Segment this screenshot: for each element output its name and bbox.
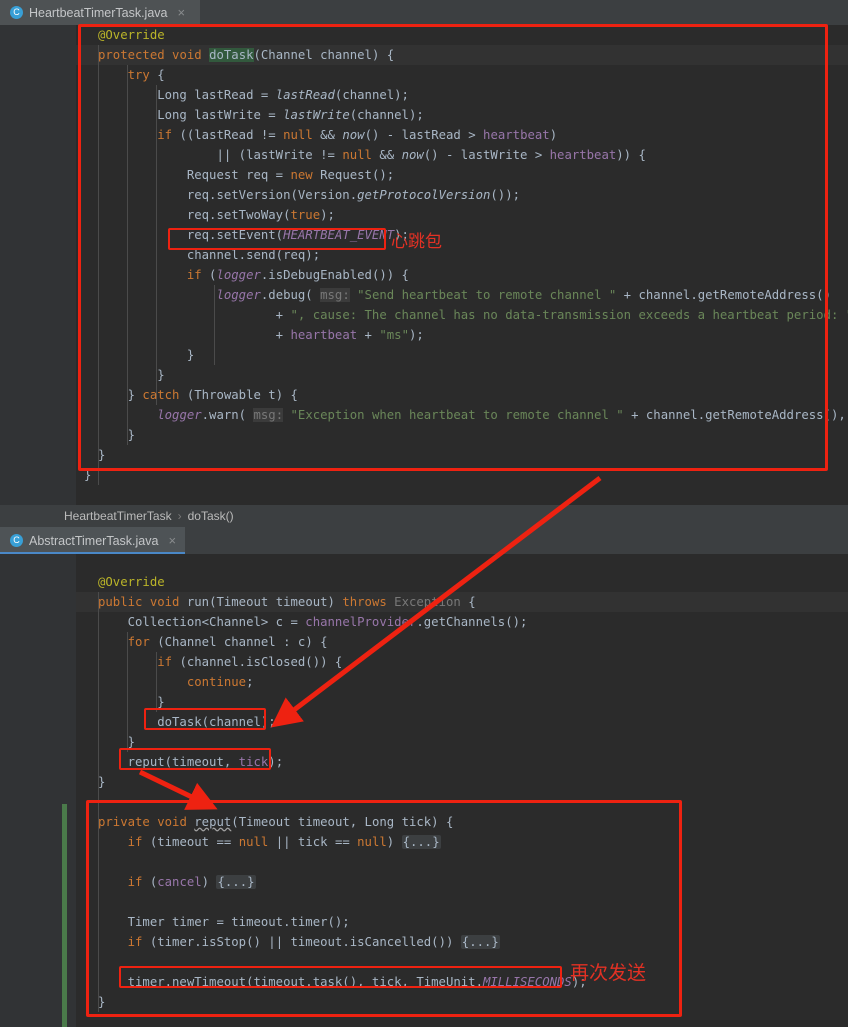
code-line: @Override [98,575,165,589]
java-class-icon: C [10,6,23,19]
code-line: + heartbeat + "ms"); [98,328,424,342]
breadcrumb-class[interactable]: HeartbeatTimerTask [64,509,172,523]
code-line: Timer timer = timeout.timer(); [98,915,350,929]
code-line: } [98,695,165,709]
code-line: if (timer.isStop() || timeout.isCancelle… [127,935,500,949]
code-line: } [98,428,136,442]
code-line: + ", cause: The channel has no data-tran… [98,308,848,322]
editor-pane-heartbeat[interactable]: 42 43 44 45 46 47 48 49 50 51 52 53 54 5… [0,25,848,505]
gutter-top[interactable] [0,25,76,505]
code-line: reput(timeout, tick); [98,755,284,769]
code-line: if (cancel) {...} [127,875,256,889]
code-line: } [98,775,106,789]
code-line: continue; [186,675,254,689]
ide-window: C HeartbeatTimerTask.java × 42 43 44 45 … [0,0,848,1027]
code-line: } [98,735,136,749]
code-line: doTask(channel); [98,715,276,729]
java-class-icon: C [10,534,23,547]
tab-label: AbstractTimerTask.java [29,533,159,548]
editor-tabbar-top: C HeartbeatTimerTask.java × [0,0,848,25]
code-line: Long lastRead = lastRead(channel); [98,88,409,102]
breadcrumb-top[interactable]: HeartbeatTimerTask › doTask() [0,505,848,527]
tab-label: HeartbeatTimerTask.java [29,5,168,20]
code-line: logger.debug( msg: "Send heartbeat to re… [216,288,831,302]
code-line: if (channel.isClosed()) { [157,655,343,669]
tab-heartbeat-timer-task[interactable]: C HeartbeatTimerTask.java × [0,0,200,25]
code-line: } [98,995,106,1009]
code-line: if (timeout == null || tick == null) {..… [127,835,441,849]
code-line: || (lastWrite != null && now() - lastWri… [98,148,646,162]
code-line: req.setEvent(HEARTBEAT_EVENT); [98,228,409,242]
code-line: Long lastWrite = lastWrite(channel); [98,108,424,122]
editor-pane-abstract[interactable]: 63 64 65 66 67 68 69 70 71 72 73 74 75 7… [0,554,848,1027]
code-line: private void reput(Timeout timeout, Long… [98,815,454,829]
code-line: timer.newTimeout(timeout.task(), tick, T… [98,975,587,989]
code-line: Request req = new Request(); [98,168,395,182]
code-area-top[interactable]: @Override protected void doTask(Channel … [76,25,848,505]
vcs-change-marker [62,804,67,1027]
editor-tabbar-bottom: C AbstractTimerTask.java × [0,527,848,554]
code-line: req.setVersion(Version.getProtocolVersio… [98,188,521,202]
code-line: } [98,448,106,462]
code-line: if (logger.isDebugEnabled()) { [186,268,409,282]
code-line: } [98,348,195,362]
code-line: @Override [98,28,165,42]
close-icon[interactable]: × [177,6,185,19]
code-line: } [98,368,165,382]
breadcrumb-method[interactable]: doTask() [188,509,234,523]
code-line: Collection<Channel> c = channelProvider.… [98,615,528,629]
code-line: } [84,468,92,482]
tab-abstract-timer-task[interactable]: C AbstractTimerTask.java × [0,527,185,554]
code-area-bottom[interactable]: @Override public void run(Timeout timeou… [76,554,848,1027]
code-line: for (Channel channel : c) { [127,635,328,649]
gutter-bottom[interactable] [0,554,76,1027]
code-line: protected void doTask(Channel channel) { [98,48,395,62]
code-line: try { [127,68,165,82]
code-line: logger.warn( msg: "Exception when heartb… [157,408,846,422]
code-line: if ((lastRead != null && now() - lastRea… [157,128,558,142]
code-line: req.setTwoWay(true); [98,208,335,222]
code-line: public void run(Timeout timeout) throws … [98,595,476,609]
breadcrumb-separator: › [177,509,182,523]
code-line: channel.send(req); [98,248,321,262]
close-icon[interactable]: × [168,534,176,547]
code-line: } catch (Throwable t) { [98,388,298,402]
